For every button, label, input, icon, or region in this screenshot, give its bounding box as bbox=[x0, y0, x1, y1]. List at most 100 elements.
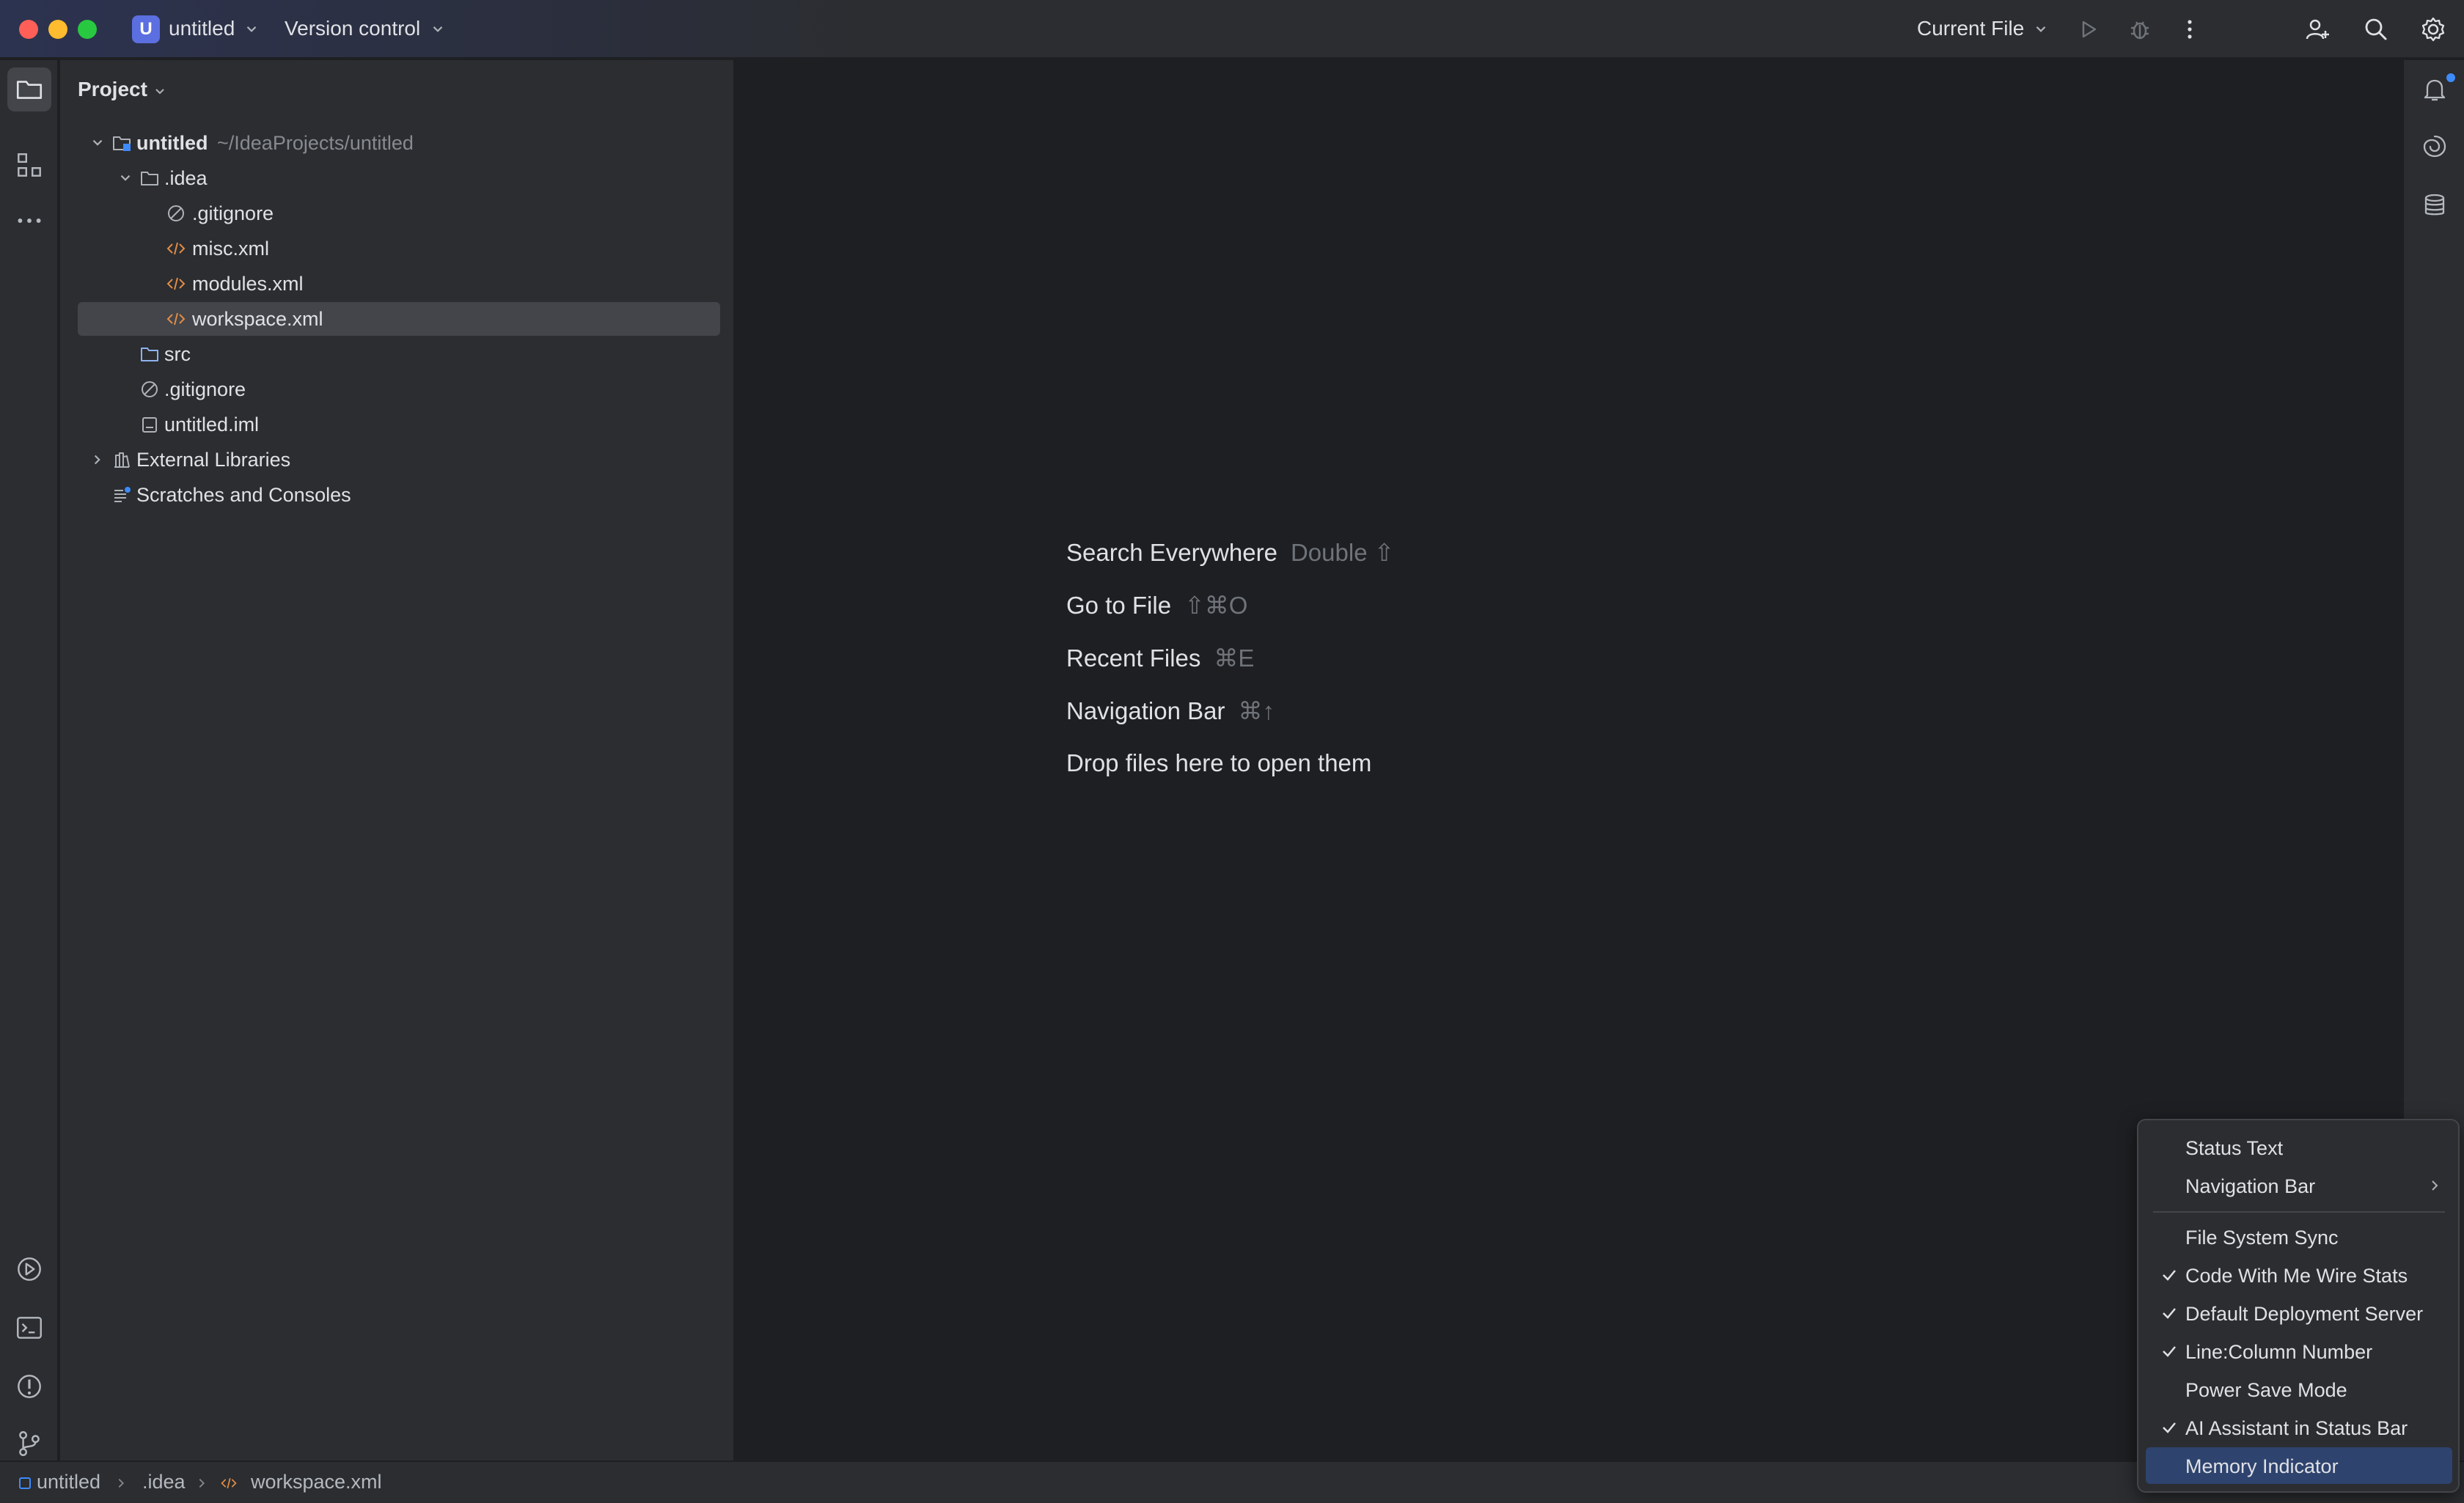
menu-item-label: AI Assistant in Status Bar bbox=[2185, 1417, 2408, 1439]
project-panel-title[interactable]: Project bbox=[78, 78, 147, 101]
menu-item-label: Default Deployment Server bbox=[2185, 1303, 2424, 1325]
hint-go-to-file: Go to File ⇧⌘O bbox=[1066, 591, 1247, 620]
tree-item-label: misc.xml bbox=[192, 238, 269, 260]
status-bar: untitled .idea workspace.xml bbox=[0, 1460, 2464, 1503]
menu-item-file-system-sync[interactable]: File System Sync bbox=[2146, 1219, 2452, 1255]
chevron-down-icon[interactable] bbox=[89, 135, 106, 151]
project-tool-window: Project untitled ~/IdeaProjects/untitled… bbox=[60, 60, 735, 1460]
chevron-down-icon bbox=[2036, 26, 2046, 32]
tree-item-root-gitignore[interactable]: .gitignore bbox=[78, 372, 720, 406]
hint-shortcut: ⇧⌘O bbox=[1184, 592, 1248, 619]
xml-file-icon bbox=[166, 312, 186, 326]
chevron-right-icon bbox=[2432, 1180, 2438, 1191]
hint-recent-files: Recent Files ⌘E bbox=[1066, 644, 1254, 672]
tree-item-label: untitled bbox=[136, 132, 208, 154]
menu-item-memory-indicator[interactable]: Memory Indicator bbox=[2146, 1447, 2452, 1484]
tree-item-label: External Libraries bbox=[136, 449, 291, 471]
left-tool-window-bar bbox=[0, 60, 59, 1460]
menu-item-power-save-mode[interactable]: Power Save Mode bbox=[2146, 1371, 2452, 1408]
structure-icon[interactable] bbox=[14, 150, 45, 180]
database-icon[interactable] bbox=[2420, 191, 2449, 220]
hint-shortcut: Double ⇧ bbox=[1290, 539, 1395, 566]
menu-separator bbox=[2153, 1211, 2445, 1213]
tree-item-label: .gitignore bbox=[192, 202, 274, 224]
tree-item-label: workspace.xml bbox=[192, 308, 323, 330]
module-folder-icon bbox=[113, 136, 131, 151]
menu-item-label: Status Text bbox=[2185, 1137, 2284, 1159]
tree-item-label: modules.xml bbox=[192, 273, 304, 295]
chevron-down-icon bbox=[246, 26, 257, 32]
maximize-window-button[interactable] bbox=[78, 20, 97, 39]
chevron-down-icon[interactable] bbox=[153, 84, 167, 98]
menu-item-status-text[interactable]: Status Text bbox=[2146, 1129, 2452, 1166]
menu-item-navigation-bar[interactable]: Navigation Bar bbox=[2146, 1167, 2452, 1204]
breadcrumb-workspace-xml[interactable]: workspace.xml bbox=[251, 1471, 382, 1493]
title-bar: U untitled Version control Current File bbox=[0, 0, 2464, 59]
run-configuration-dropdown[interactable]: Current File bbox=[1917, 17, 2024, 40]
hint-shortcut: ⌘↑ bbox=[1238, 697, 1275, 724]
scratches-icon bbox=[114, 487, 131, 502]
breadcrumb-idea[interactable]: .idea bbox=[142, 1471, 186, 1493]
search-icon[interactable] bbox=[2361, 15, 2391, 44]
ai-assistant-icon[interactable] bbox=[2420, 132, 2449, 161]
tree-item-misc-xml[interactable]: misc.xml bbox=[78, 232, 720, 265]
more-tools-icon[interactable] bbox=[14, 205, 45, 236]
checkmark-icon bbox=[2163, 1422, 2176, 1433]
chevron-down-icon bbox=[433, 26, 443, 32]
git-branch-icon[interactable] bbox=[14, 1428, 45, 1459]
chevron-down-icon[interactable] bbox=[117, 170, 133, 186]
chevron-right-icon bbox=[118, 1478, 124, 1488]
menu-item-code-with-me-wire-stats[interactable]: Code With Me Wire Stats bbox=[2146, 1257, 2452, 1293]
module-icon bbox=[19, 1477, 31, 1489]
hint-shortcut: ⌘E bbox=[1214, 644, 1255, 672]
menu-item-label: Memory Indicator bbox=[2185, 1455, 2339, 1477]
version-control-dropdown[interactable]: Version control bbox=[285, 17, 420, 40]
ignored-file-icon bbox=[142, 381, 158, 397]
gear-icon[interactable] bbox=[2419, 15, 2448, 44]
code-with-me-icon[interactable] bbox=[2303, 15, 2332, 44]
notification-badge bbox=[2446, 73, 2455, 82]
tree-item-modules-xml[interactable]: modules.xml bbox=[78, 267, 720, 301]
folder-icon bbox=[141, 172, 158, 185]
run-icon[interactable] bbox=[2074, 15, 2103, 44]
tree-item-external-libraries[interactable]: External Libraries bbox=[78, 443, 720, 477]
terminal-icon[interactable] bbox=[14, 1312, 45, 1343]
chevron-right-icon[interactable] bbox=[89, 452, 106, 468]
checkmark-icon bbox=[2163, 1346, 2176, 1357]
tree-item-label: src bbox=[164, 343, 191, 365]
tree-item-idea-folder[interactable]: .idea bbox=[78, 161, 720, 195]
tree-item-label: .gitignore bbox=[164, 378, 246, 400]
menu-item-label: Navigation Bar bbox=[2185, 1175, 2316, 1197]
tree-item-label: Scratches and Consoles bbox=[136, 484, 351, 506]
close-window-button[interactable] bbox=[19, 20, 38, 39]
menu-item-label: Line:Column Number bbox=[2185, 1341, 2373, 1363]
tree-item-src-folder[interactable]: src bbox=[78, 337, 720, 371]
hint-drop-files: Drop files here to open them bbox=[1066, 749, 1371, 777]
checkmark-icon bbox=[2163, 1270, 2176, 1281]
tree-item-workspace-xml[interactable]: workspace.xml bbox=[78, 302, 720, 336]
iml-file-icon bbox=[142, 417, 157, 433]
tree-item-scratches[interactable]: Scratches and Consoles bbox=[78, 478, 720, 512]
project-name-dropdown[interactable]: untitled bbox=[169, 17, 235, 40]
problems-icon[interactable] bbox=[14, 1371, 45, 1402]
tree-item-idea-gitignore[interactable]: .gitignore bbox=[78, 196, 720, 230]
menu-item-ai-assistant-in-status-bar[interactable]: AI Assistant in Status Bar bbox=[2146, 1409, 2452, 1446]
more-actions-icon[interactable] bbox=[2175, 15, 2204, 44]
notifications-icon[interactable] bbox=[2420, 75, 2449, 104]
hint-label: Navigation Bar bbox=[1066, 697, 1225, 724]
menu-item-default-deployment-server[interactable]: Default Deployment Server bbox=[2146, 1295, 2452, 1331]
checkmark-icon bbox=[2163, 1308, 2176, 1319]
project-badge[interactable]: U bbox=[132, 15, 160, 43]
breadcrumb-untitled[interactable]: untitled bbox=[37, 1471, 100, 1493]
menu-item-label: Power Save Mode bbox=[2185, 1379, 2347, 1401]
tree-item-path: ~/IdeaProjects/untitled bbox=[217, 132, 414, 154]
xml-file-icon bbox=[166, 277, 186, 290]
menu-item-line-column-number[interactable]: Line:Column Number bbox=[2146, 1333, 2452, 1370]
tree-item-untitled-iml[interactable]: untitled.iml bbox=[78, 408, 720, 441]
tree-item-untitled-root[interactable]: untitled ~/IdeaProjects/untitled bbox=[78, 126, 720, 160]
folder-icon bbox=[16, 81, 43, 99]
minimize-window-button[interactable] bbox=[48, 20, 67, 39]
debug-icon[interactable] bbox=[2125, 15, 2155, 44]
hint-label: Go to File bbox=[1066, 592, 1172, 619]
services-icon[interactable] bbox=[14, 1254, 45, 1285]
